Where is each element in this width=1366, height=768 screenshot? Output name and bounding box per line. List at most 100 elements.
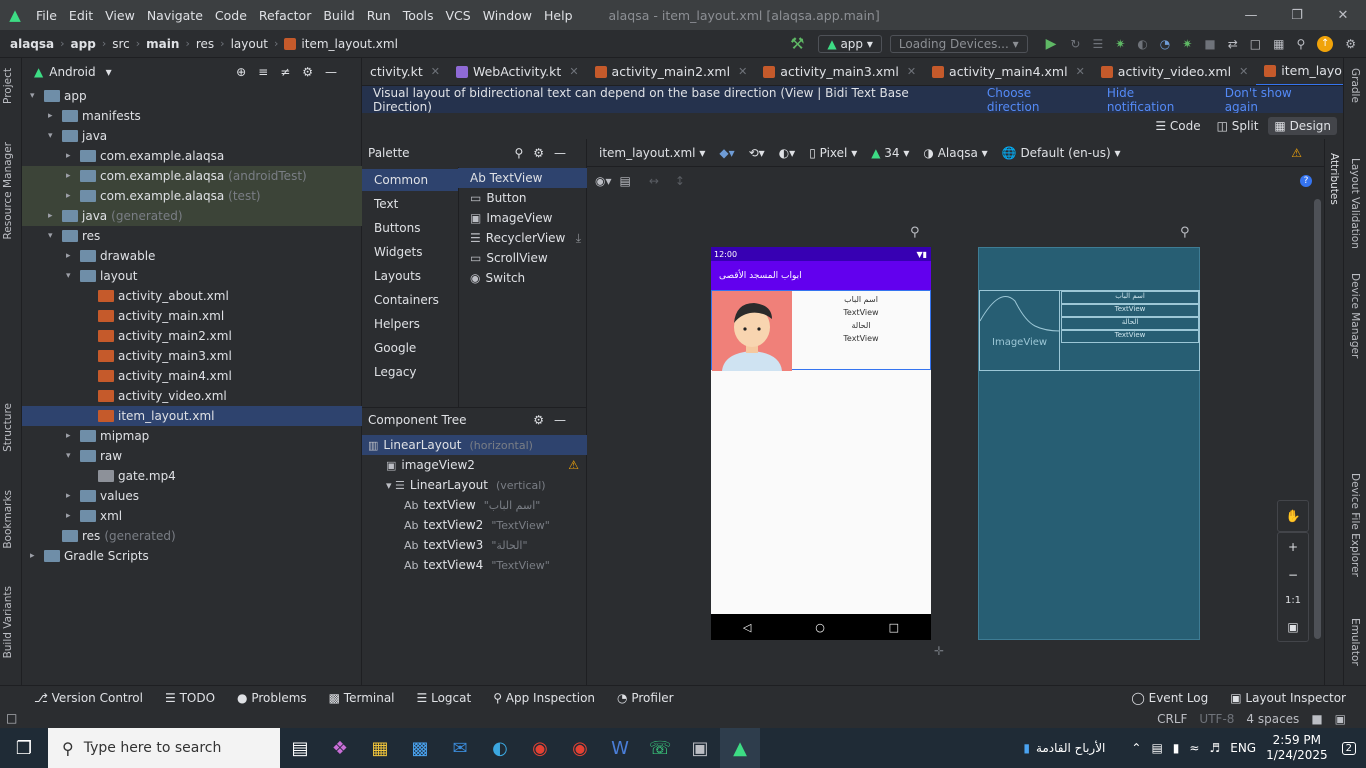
- eye-icon[interactable]: ◉▾: [595, 174, 612, 188]
- menu-window[interactable]: Window: [477, 8, 538, 23]
- tree-item[interactable]: activity_main3.xml: [22, 346, 362, 366]
- debug-icon[interactable]: ✷: [1115, 37, 1125, 51]
- edge-icon[interactable]: ◐: [480, 728, 520, 768]
- event-log-tab[interactable]: ◯ Event Log: [1131, 691, 1208, 705]
- app-inspection-tab[interactable]: ⚲ App Inspection: [493, 691, 595, 705]
- avatar-image[interactable]: [712, 291, 792, 371]
- breadcrumb-file[interactable]: item_layout.xml: [301, 37, 398, 51]
- tree-item[interactable]: ▸ manifests: [22, 106, 362, 126]
- menu-view[interactable]: View: [99, 8, 141, 23]
- version-control-tab[interactable]: ⎇ Version Control: [34, 691, 143, 705]
- chevron-right-icon[interactable]: ▸: [66, 511, 80, 521]
- palette-item[interactable]: ▭ Button: [458, 188, 587, 208]
- editor-tab[interactable]: WebActivity.kt ✕: [448, 58, 587, 85]
- whatsapp-icon[interactable]: ☏: [640, 728, 680, 768]
- zoom-out-button[interactable]: −: [1288, 568, 1298, 582]
- blueprint-item[interactable]: ImageView اسم الباب TextView الحالة Text…: [979, 290, 1200, 371]
- component-tree-row[interactable]: ▥ LinearLayout (horizontal): [362, 435, 587, 455]
- tree-item[interactable]: ▸ Gradle Scripts: [22, 546, 362, 566]
- split-mode-button[interactable]: ◫ Split: [1211, 117, 1265, 135]
- editor-tab[interactable]: activity_main4.xml ✕: [924, 58, 1093, 85]
- orientation-icon[interactable]: ⟲▾: [749, 146, 765, 160]
- component-tree-row[interactable]: Ab textView "اسم الباب": [362, 495, 587, 515]
- notification-badge[interactable]: 2: [1341, 741, 1356, 755]
- windows-start-icon[interactable]: ❐: [0, 728, 48, 768]
- blueprint-text4[interactable]: TextView: [1061, 330, 1199, 343]
- tree-item[interactable]: ▸ java (generated): [22, 206, 362, 226]
- menu-code[interactable]: Code: [209, 8, 253, 23]
- zoom-in-button[interactable]: +: [1288, 540, 1298, 554]
- tab-attributes[interactable]: Attributes: [1328, 153, 1340, 205]
- chevron-right-icon[interactable]: ▸: [48, 111, 62, 121]
- editor-tab[interactable]: activity_video.xml ✕: [1093, 58, 1257, 85]
- zoom-actual-button[interactable]: 1:1: [1285, 595, 1301, 606]
- api-level-select[interactable]: ▲ 34 ▾: [871, 146, 909, 160]
- device-select[interactable]: ▯ Pixel ▾: [809, 146, 857, 160]
- palette-actions[interactable]: ⚲⚙—: [514, 146, 576, 160]
- chrome-icon[interactable]: ◉: [520, 728, 560, 768]
- item-layout-preview[interactable]: اسم الباب TextView الحالة TextView: [711, 290, 931, 371]
- close-tab-icon[interactable]: ✕: [1076, 65, 1085, 78]
- device-select[interactable]: Loading Devices... ▾: [889, 34, 1028, 53]
- palette-item[interactable]: ▭ ScrollView: [458, 248, 587, 268]
- android-studio-taskbar-icon[interactable]: ▲: [720, 728, 760, 768]
- tree-item[interactable]: activity_about.xml: [22, 286, 362, 306]
- tray-chevron-icon[interactable]: ⌃: [1131, 741, 1141, 755]
- pan-hand-icon[interactable]: ✋: [1277, 500, 1309, 532]
- locale-select[interactable]: 🌐 Default (en-us) ▾: [1002, 146, 1121, 160]
- expand-icon[interactable]: □: [6, 711, 17, 725]
- palette-item[interactable]: ▣ ImageView: [458, 208, 587, 228]
- layout-file-select[interactable]: item_layout.xml ▾: [599, 146, 705, 160]
- chevron-down-icon[interactable]: ▾: [30, 91, 44, 101]
- palette-category[interactable]: Helpers: [362, 313, 458, 335]
- tree-item[interactable]: gate.mp4: [22, 466, 362, 486]
- search-icon[interactable]: ⚲: [1296, 37, 1305, 51]
- component-tree-row[interactable]: ▾ ☰ LinearLayout (vertical): [362, 475, 587, 495]
- profiler-tab[interactable]: ◔ Profiler: [617, 691, 674, 705]
- tree-item[interactable]: ▾ layout: [22, 266, 362, 286]
- tree-item[interactable]: ▸ com.example.alaqsa: [22, 146, 362, 166]
- settings-icon[interactable]: ⚙: [1345, 37, 1356, 51]
- tree-item[interactable]: ▸ com.example.alaqsa (androidTest): [22, 166, 362, 186]
- palette-category[interactable]: Text: [362, 193, 458, 215]
- menu-edit[interactable]: Edit: [63, 8, 99, 23]
- tab-gradle[interactable]: Gradle: [1349, 68, 1361, 103]
- palette-item[interactable]: Ab TextView: [458, 168, 587, 188]
- editor-tab[interactable]: activity_main3.xml ✕: [755, 58, 924, 85]
- editor-tab[interactable]: ctivity.kt ✕: [362, 58, 448, 85]
- palette-category[interactable]: Common: [362, 169, 458, 191]
- palette-item[interactable]: ◉ Switch: [458, 268, 587, 288]
- palette-category[interactable]: Google: [362, 337, 458, 359]
- tree-item[interactable]: ▸ com.example.alaqsa (test): [22, 186, 362, 206]
- logcat-tab[interactable]: ☰ Logcat: [417, 691, 472, 705]
- palette-category[interactable]: Buttons: [362, 217, 458, 239]
- tab-build-variants[interactable]: Build Variants: [2, 586, 14, 658]
- component-tree-row[interactable]: Ab textView2 "TextView": [362, 515, 587, 535]
- project-view-select[interactable]: Android: [49, 65, 95, 79]
- tree-item[interactable]: activity_main4.xml: [22, 366, 362, 386]
- tree-item[interactable]: ▸ xml: [22, 506, 362, 526]
- layout-inspector-tab[interactable]: ▣ Layout Inspector: [1230, 691, 1346, 705]
- chevron-right-icon[interactable]: ▸: [66, 431, 80, 441]
- help-icon[interactable]: ?: [1300, 175, 1312, 187]
- menu-help[interactable]: Help: [538, 8, 579, 23]
- store-icon[interactable]: ▩: [400, 728, 440, 768]
- update-icon[interactable]: ↑: [1317, 35, 1334, 52]
- night-mode-icon[interactable]: ◐▾: [779, 146, 796, 160]
- clock[interactable]: 2:59 PM 1/24/2025: [1266, 733, 1328, 763]
- palette-item[interactable]: ☰ RecyclerView ⤓: [458, 228, 587, 248]
- close-tab-icon[interactable]: ✕: [1239, 65, 1248, 78]
- tree-item[interactable]: res (generated): [22, 526, 362, 546]
- tab-resource-manager[interactable]: Resource Manager: [2, 142, 14, 240]
- warning-icon[interactable]: ⚠: [568, 458, 579, 472]
- memory-icon[interactable]: ▣: [1335, 712, 1346, 726]
- textview4-text[interactable]: TextView: [792, 332, 930, 345]
- chevron-right-icon[interactable]: ▸: [66, 191, 80, 201]
- pin-icon[interactable]: ⚲: [910, 225, 920, 240]
- file-explorer-icon[interactable]: ▦: [360, 728, 400, 768]
- taskbar-search-box[interactable]: ⚲ Type here to search: [48, 728, 280, 768]
- close-tab-icon[interactable]: ✕: [569, 65, 578, 78]
- palette-category[interactable]: Layouts: [362, 265, 458, 287]
- tree-item[interactable]: item_layout.xml: [22, 406, 362, 426]
- blueprint-text3[interactable]: الحالة: [1061, 317, 1199, 330]
